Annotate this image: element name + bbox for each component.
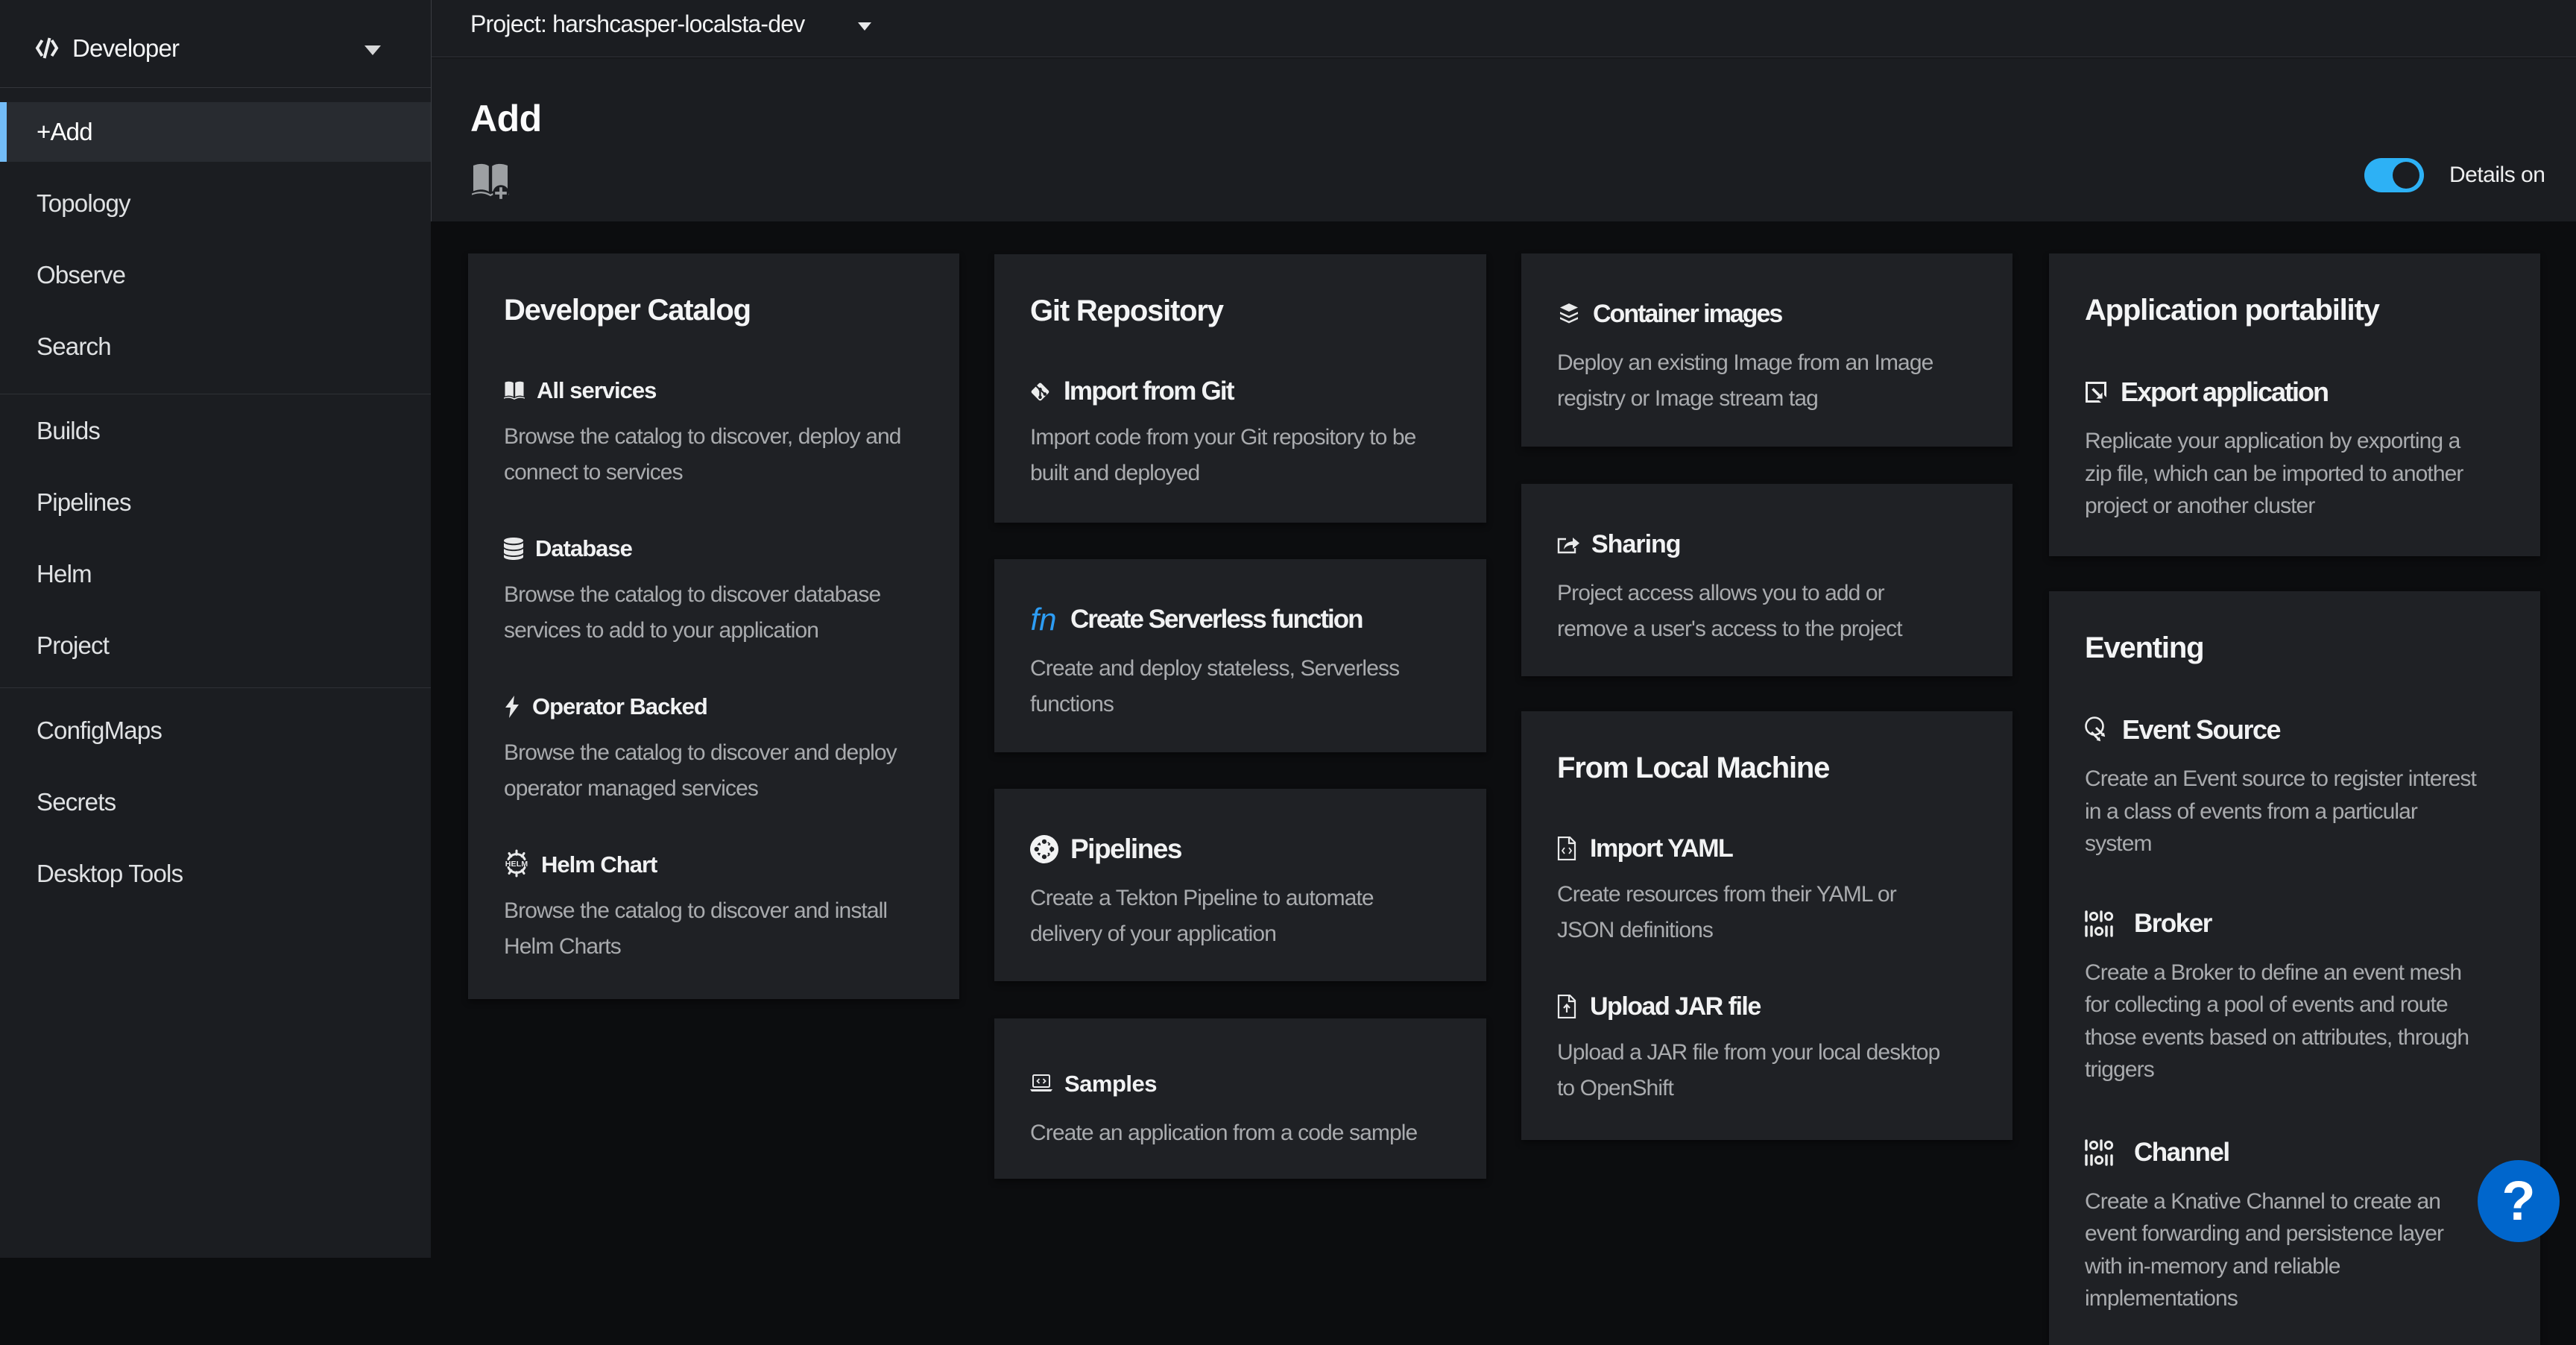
svg-text:HELM: HELM	[505, 860, 528, 869]
